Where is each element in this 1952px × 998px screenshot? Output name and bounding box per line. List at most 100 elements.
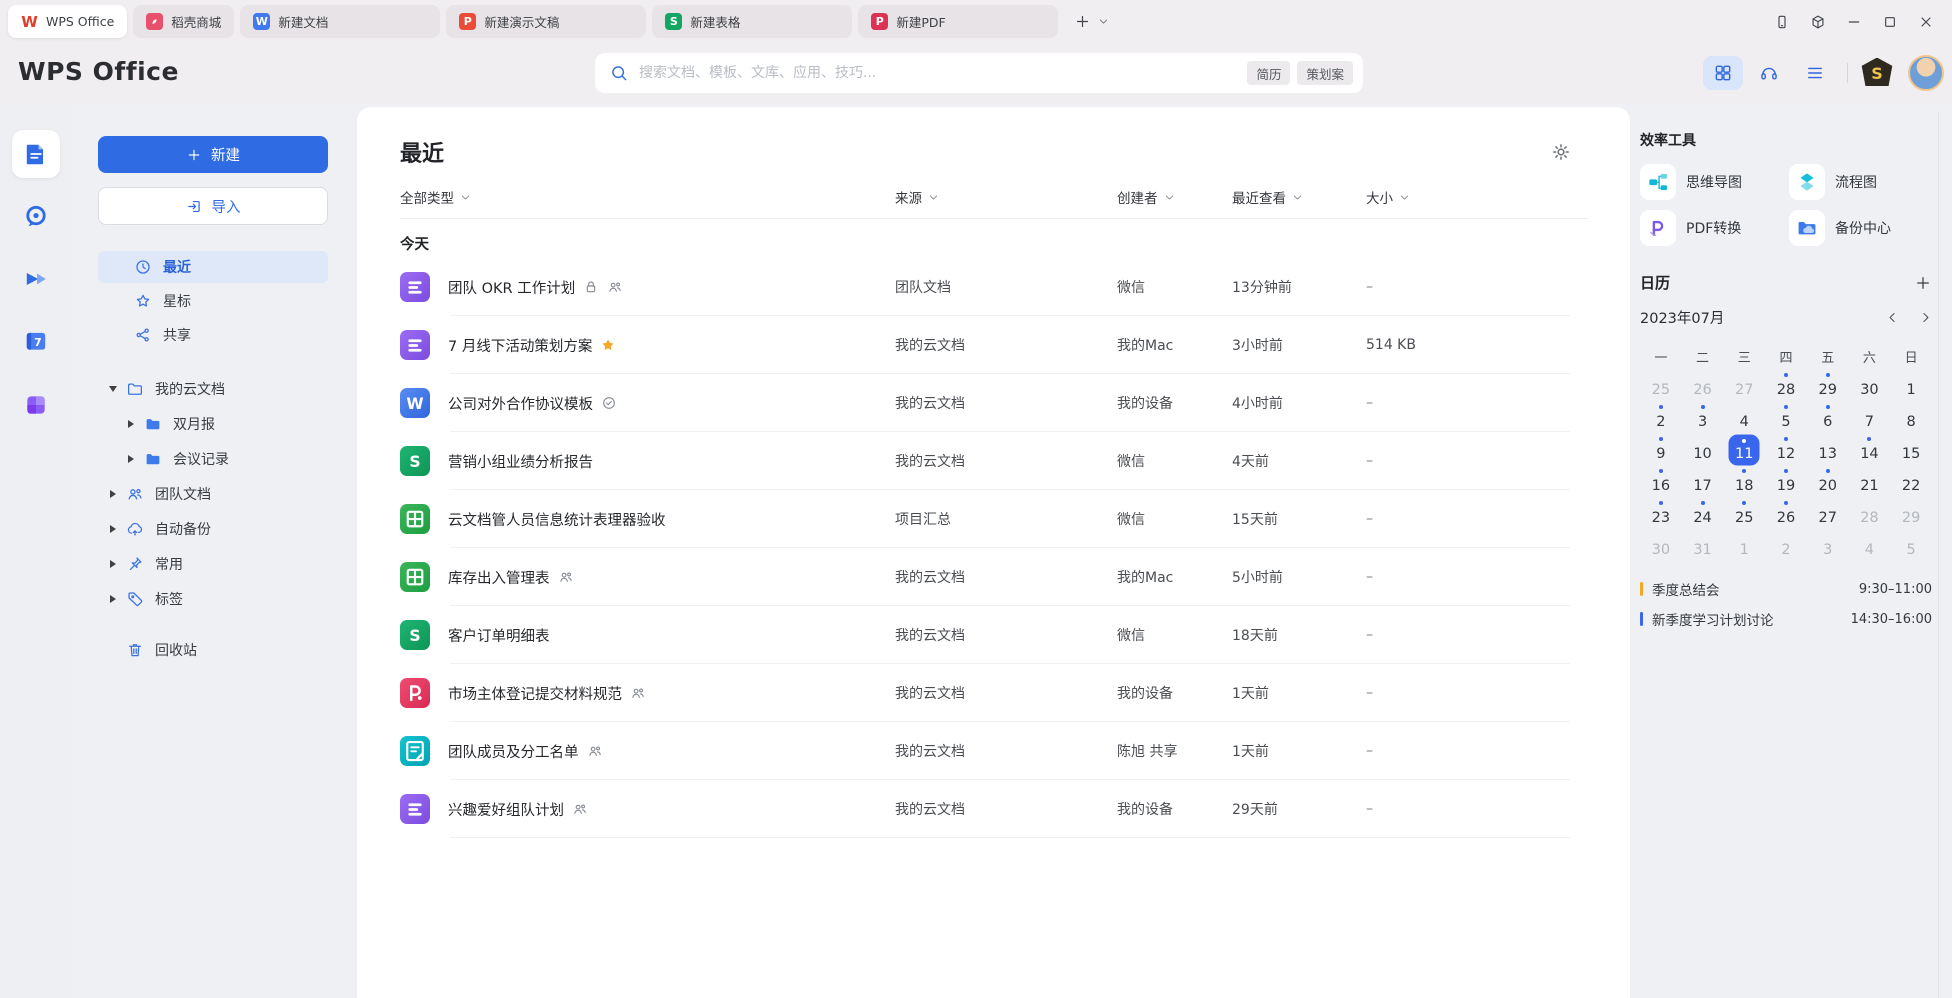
avatar[interactable] bbox=[1908, 55, 1944, 91]
caret-right-icon[interactable] bbox=[106, 595, 120, 603]
calendar-day-10[interactable]: 10 bbox=[1682, 434, 1724, 466]
tool-pdfconv[interactable]: PDF转换 bbox=[1640, 210, 1783, 246]
caret-right-icon[interactable] bbox=[106, 560, 120, 568]
tree-item[interactable]: 团队文档 bbox=[72, 476, 357, 511]
tab-list-chevron-icon[interactable] bbox=[1098, 16, 1109, 27]
sidebar-item-trash[interactable]: 回收站 bbox=[72, 632, 357, 667]
calendar-day-21[interactable]: 21 bbox=[1849, 466, 1891, 498]
tool-flowchart[interactable]: 流程图 bbox=[1789, 164, 1932, 200]
tool-mindmap[interactable]: 思维导图 bbox=[1640, 164, 1783, 200]
filter-1[interactable]: 来源 bbox=[895, 187, 939, 207]
calendar-day-7[interactable]: 7 bbox=[1849, 402, 1891, 434]
calendar-day-26[interactable]: 26 bbox=[1765, 498, 1807, 530]
settings-gear-icon[interactable] bbox=[1550, 141, 1572, 163]
calendar-day-22[interactable]: 22 bbox=[1890, 466, 1932, 498]
sidebar-item-clock[interactable]: 最近 bbox=[98, 251, 328, 283]
table-row[interactable]: S 客户订单明细表 我的云文档 微信 18天前 – bbox=[400, 606, 1588, 664]
caret-right-icon[interactable] bbox=[124, 420, 138, 428]
calendar-day-6[interactable]: 6 bbox=[1807, 402, 1849, 434]
search-input[interactable] bbox=[639, 65, 1240, 81]
table-row[interactable]: 市场主体登记提交材料规范 我的云文档 我的设备 1天前 – bbox=[400, 664, 1588, 722]
calendar-day-5[interactable]: 5 bbox=[1765, 402, 1807, 434]
menu-button[interactable] bbox=[1795, 56, 1835, 90]
calendar-day-19[interactable]: 19 bbox=[1765, 466, 1807, 498]
calendar-day-2[interactable]: 2 bbox=[1640, 402, 1682, 434]
calendar-day-30[interactable]: 30 bbox=[1640, 530, 1682, 562]
rail-item-calendar[interactable]: 7 bbox=[12, 317, 60, 365]
prev-month-icon[interactable] bbox=[1886, 311, 1899, 324]
tab-pdf[interactable]: P新建PDF bbox=[858, 5, 1058, 38]
search-tag-resume[interactable]: 简历 bbox=[1247, 61, 1290, 85]
calendar-day-8[interactable]: 8 bbox=[1890, 402, 1932, 434]
calendar-day-4[interactable]: 4 bbox=[1849, 530, 1891, 562]
sidebar-item-share[interactable]: 共享 bbox=[98, 319, 328, 351]
table-row[interactable]: 7 月线下活动策划方案 我的云文档 我的Mac 3小时前 514 KB bbox=[400, 316, 1588, 374]
caret-down-icon[interactable] bbox=[106, 386, 120, 392]
calendar-day-15[interactable]: 15 bbox=[1890, 434, 1932, 466]
calendar-day-29[interactable]: 29 bbox=[1807, 370, 1849, 402]
import-button[interactable]: 导入 bbox=[98, 187, 328, 225]
filter-3[interactable]: 最近查看 bbox=[1232, 187, 1303, 207]
calendar-day-14[interactable]: 14 bbox=[1849, 434, 1891, 466]
calendar-day-27[interactable]: 27 bbox=[1807, 498, 1849, 530]
calendar-day-27[interactable]: 27 bbox=[1723, 370, 1765, 402]
add-event-icon[interactable] bbox=[1914, 274, 1932, 292]
calendar-day-9[interactable]: 9 bbox=[1640, 434, 1682, 466]
rail-item-messages[interactable] bbox=[12, 192, 60, 240]
calendar-day-13[interactable]: 13 bbox=[1807, 434, 1849, 466]
calendar-day-11[interactable]: 11 bbox=[1723, 434, 1765, 466]
next-month-icon[interactable] bbox=[1919, 311, 1932, 324]
calendar-day-3[interactable]: 3 bbox=[1807, 530, 1849, 562]
tab-docer[interactable]: 稻壳商城 bbox=[133, 5, 234, 38]
calendar-day-28[interactable]: 28 bbox=[1765, 370, 1807, 402]
calendar-day-25[interactable]: 25 bbox=[1640, 370, 1682, 402]
add-tab-icon[interactable] bbox=[1074, 13, 1091, 30]
calendar-day-2[interactable]: 2 bbox=[1765, 530, 1807, 562]
table-row[interactable]: S 营销小组业绩分析报告 我的云文档 微信 4天前 – bbox=[400, 432, 1588, 490]
calendar-day-4[interactable]: 4 bbox=[1723, 402, 1765, 434]
device-button[interactable] bbox=[1766, 7, 1798, 37]
tab-word[interactable]: W新建文档 bbox=[240, 5, 440, 38]
calendar-event[interactable]: 季度总结会 9:30–11:00 bbox=[1640, 574, 1932, 604]
calendar-day-28[interactable]: 28 bbox=[1849, 498, 1891, 530]
table-row[interactable]: 库存出入管理表 我的云文档 我的Mac 5小时前 – bbox=[400, 548, 1588, 606]
tab-wps[interactable]: WWPS Office bbox=[8, 5, 127, 38]
close-button[interactable] bbox=[1910, 7, 1942, 37]
apps-grid-button[interactable] bbox=[1703, 56, 1743, 90]
table-row[interactable]: 团队成员及分工名单 我的云文档 陈旭 共享 1天前 – bbox=[400, 722, 1588, 780]
maximize-button[interactable] bbox=[1874, 7, 1906, 37]
cube-button[interactable] bbox=[1802, 7, 1834, 37]
calendar-day-31[interactable]: 31 bbox=[1682, 530, 1724, 562]
calendar-day-20[interactable]: 20 bbox=[1807, 466, 1849, 498]
calendar-day-26[interactable]: 26 bbox=[1682, 370, 1724, 402]
calendar-day-1[interactable]: 1 bbox=[1890, 370, 1932, 402]
calendar-day-18[interactable]: 18 bbox=[1723, 466, 1765, 498]
calendar-day-5[interactable]: 5 bbox=[1890, 530, 1932, 562]
tab-sheet[interactable]: S新建表格 bbox=[652, 5, 852, 38]
tree-item[interactable]: 双月报 bbox=[72, 406, 357, 441]
calendar-day-3[interactable]: 3 bbox=[1682, 402, 1724, 434]
calendar-day-30[interactable]: 30 bbox=[1849, 370, 1891, 402]
sidebar-item-star[interactable]: 星标 bbox=[98, 285, 328, 317]
rail-item-apps[interactable] bbox=[12, 381, 60, 429]
search-tag-plan[interactable]: 策划案 bbox=[1297, 61, 1353, 85]
filter-2[interactable]: 创建者 bbox=[1117, 187, 1175, 207]
rail-item-meetings[interactable] bbox=[12, 255, 60, 303]
search-bar[interactable]: 简历 策划案 bbox=[595, 53, 1363, 93]
calendar-event[interactable]: 新季度学习计划讨论 14:30–16:00 bbox=[1640, 604, 1932, 634]
filter-0[interactable]: 全部类型 bbox=[400, 187, 471, 207]
tool-backup[interactable]: 备份中心 bbox=[1789, 210, 1932, 246]
calendar-day-25[interactable]: 25 bbox=[1723, 498, 1765, 530]
support-button[interactable] bbox=[1749, 56, 1789, 90]
table-row[interactable]: 云文档管人员信息统计表理器验收 项目汇总 微信 15天前 – bbox=[400, 490, 1588, 548]
tab-ppt[interactable]: P新建演示文稿 bbox=[446, 5, 646, 38]
calendar-day-16[interactable]: 16 bbox=[1640, 466, 1682, 498]
tree-item[interactable]: 自动备份 bbox=[72, 511, 357, 546]
minimize-button[interactable] bbox=[1838, 7, 1870, 37]
new-button[interactable]: 新建 bbox=[98, 136, 328, 173]
table-row[interactable]: 兴趣爱好组队计划 我的云文档 我的设备 29天前 – bbox=[400, 780, 1588, 838]
tree-item[interactable]: 常用 bbox=[72, 546, 357, 581]
calendar-day-12[interactable]: 12 bbox=[1765, 434, 1807, 466]
calendar-day-17[interactable]: 17 bbox=[1682, 466, 1724, 498]
caret-right-icon[interactable] bbox=[106, 490, 120, 498]
